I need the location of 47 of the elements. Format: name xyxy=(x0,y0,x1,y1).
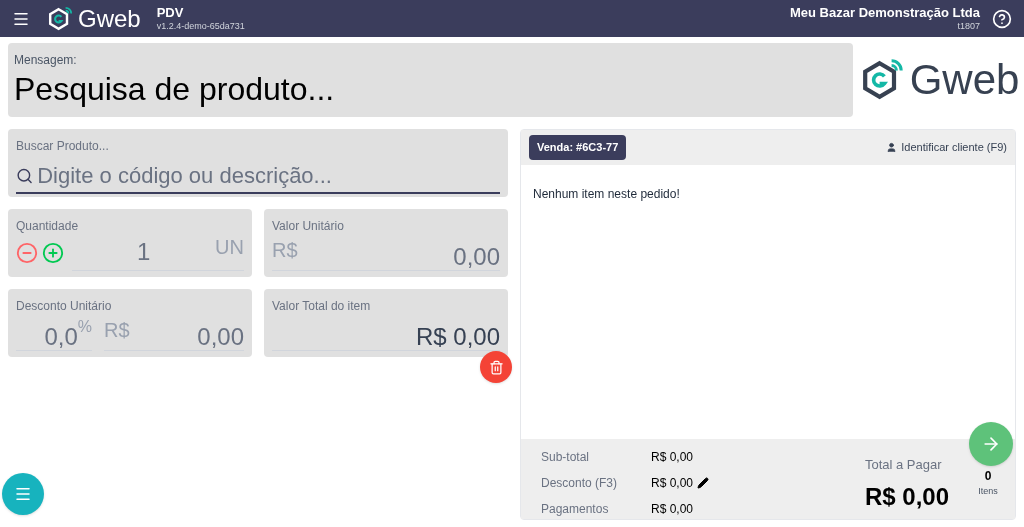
logo-text: Gweb xyxy=(78,6,141,31)
quantity-value[interactable]: 1 xyxy=(72,234,216,270)
decrease-button[interactable] xyxy=(16,242,38,264)
discount-percent-value[interactable]: 0,0 xyxy=(44,319,78,355)
total-value: R$ 0,00 xyxy=(864,481,949,512)
summary-label: Sub-total xyxy=(541,449,591,466)
discount-label: Desconto Unitário xyxy=(16,298,113,315)
logo-text: Gweb xyxy=(909,59,1020,101)
currency-text: R$ xyxy=(272,238,298,263)
items-count: 0 xyxy=(984,468,992,485)
menu-icon xyxy=(14,485,32,503)
terminal-id: t1807 xyxy=(957,21,980,33)
discount-value[interactable]: 0,00 xyxy=(197,319,244,355)
quantity-label: Quantidade xyxy=(16,218,80,235)
hexagon-icon xyxy=(46,4,74,33)
item-total-value: R$ 0,00 xyxy=(415,322,500,350)
summary-value: R$ 0,00 xyxy=(651,475,694,492)
currency-text: R$ xyxy=(104,318,130,343)
summary-value: R$ 0,00 xyxy=(651,501,694,518)
app-title: PDV xyxy=(156,4,185,21)
summary-value: R$ 0,00 xyxy=(651,449,694,466)
search-icon xyxy=(16,166,34,185)
item-total-label: Valor Total do item xyxy=(272,298,372,315)
person-icon xyxy=(886,142,898,153)
help-icon[interactable] xyxy=(992,8,1012,29)
version-text: v1.2.4-demo-65da731 xyxy=(156,21,245,33)
message-text: Pesquisa de produto... xyxy=(14,70,336,109)
unit-text: UN xyxy=(215,235,244,260)
total-label: Total a Pagar xyxy=(864,456,943,474)
menu-button[interactable] xyxy=(2,473,44,515)
delete-button[interactable] xyxy=(480,351,512,383)
percent-sign: % xyxy=(77,317,92,335)
message-label: Mensagem: xyxy=(14,52,78,69)
edit-icon[interactable] xyxy=(697,477,710,489)
company-name: Meu Bazar Demonstração Ltda xyxy=(790,4,980,21)
empty-order-text: Nenhum item neste pedido! xyxy=(533,187,680,201)
sale-badge: Venda: #6C3-77 xyxy=(529,135,627,160)
summary-label: Pagamentos xyxy=(541,501,610,518)
unit-price-value[interactable]: 0,00 xyxy=(453,239,500,275)
summary-label: Desconto (F3) xyxy=(541,475,619,492)
search-field[interactable]: Digite o código ou descrição... xyxy=(16,159,500,194)
unit-price-label: Valor Unitário xyxy=(272,218,345,235)
trash-icon xyxy=(488,359,504,375)
proceed-button[interactable] xyxy=(969,422,1013,466)
search-label: Buscar Produto... xyxy=(16,138,110,155)
items-label: Itens xyxy=(978,485,998,498)
identify-customer-button[interactable]: Identificar cliente (F9) xyxy=(886,139,1007,156)
